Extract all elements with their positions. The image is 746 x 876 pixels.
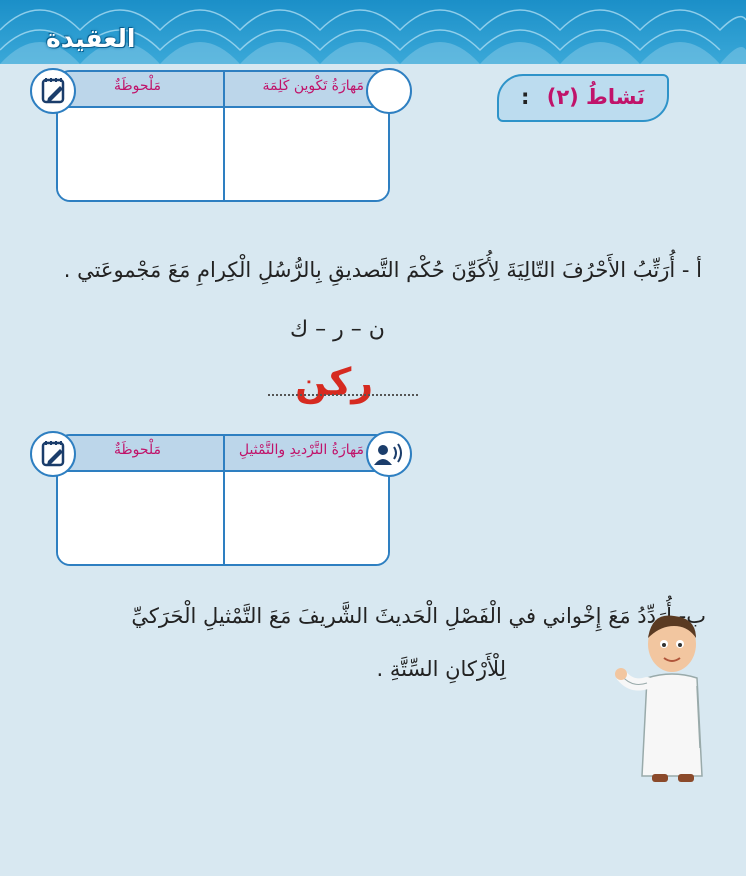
part-b-line-2: لِلْأَرْكانِ السِّتَّةِ .	[376, 657, 506, 681]
header-band: العقيدة	[0, 0, 746, 64]
note-label: مَلْحوظَةٌ	[114, 78, 162, 94]
skill-box-word-forming: مَهارَةُ تَكْوين كَلِمَة مَلْحوظَةٌ	[56, 70, 390, 202]
skill-cell[interactable]	[225, 108, 388, 200]
note-cell[interactable]	[58, 472, 223, 564]
answer-line[interactable]	[268, 394, 418, 396]
skill-label: مَهارَةُ تَكْوين كَلِمَة	[262, 78, 364, 94]
speaker-person-icon	[366, 431, 412, 477]
note-label: مَلْحوظَةٌ	[114, 442, 162, 458]
activity-tag: نَشاطُ (٢) :	[497, 74, 669, 122]
answer-word: ركن	[295, 360, 374, 404]
skill-cell[interactable]	[225, 472, 388, 564]
skill-label: مَهارَةُ التَّرْديدِ والتَّمْثيلِ	[238, 442, 364, 458]
scrambled-letters: ن – ر – ك	[290, 317, 385, 342]
activity-colon: :	[521, 85, 530, 109]
activity-title: نَشاطُ (٢)	[546, 85, 645, 109]
boy-illustration	[615, 615, 703, 782]
pencil-note-icon	[30, 68, 76, 114]
note-cell[interactable]	[58, 108, 223, 200]
part-a-instruction: أ - أُرَتِّبُ الأَحْرُفَ التّالِيَةَ لِأ…	[63, 258, 702, 282]
header-title: العقيدة	[46, 24, 136, 53]
pencil-note-icon	[30, 431, 76, 477]
skill-box-repeating: مَهارَةُ التَّرْديدِ والتَّمْثيلِ مَلْحو…	[56, 434, 390, 566]
skill-badge-circle	[366, 68, 412, 114]
